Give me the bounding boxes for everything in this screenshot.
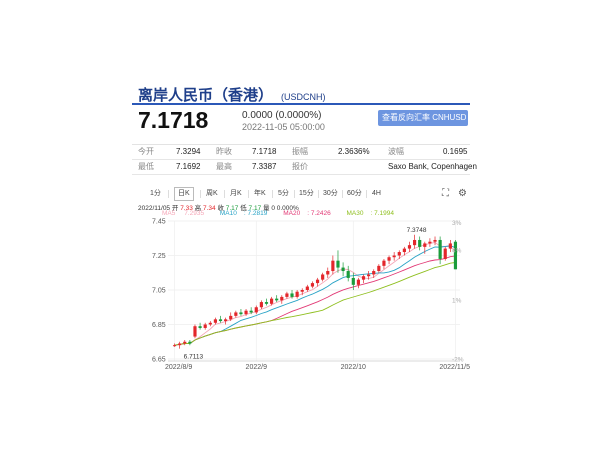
candle-body xyxy=(423,243,427,247)
candle-body xyxy=(346,271,350,278)
candle-body xyxy=(321,274,325,280)
y-tick-label: 7.45 xyxy=(152,219,166,226)
candle-body xyxy=(229,315,233,320)
ma10-line xyxy=(174,245,456,346)
candle-body xyxy=(259,302,263,308)
candle-body xyxy=(208,322,212,325)
candle-body xyxy=(413,239,417,246)
candlestick-chart: 7.45 7.25 7.05 6.85 6.65 3% 4% 1% -2% 2022/8/9 202… xyxy=(152,219,470,372)
pct-tick-label: 4% xyxy=(452,248,462,255)
candle-body xyxy=(418,239,422,247)
candle-body xyxy=(326,271,330,275)
candle-body xyxy=(193,326,197,337)
candle-body xyxy=(428,241,432,244)
candle-body xyxy=(188,341,192,344)
candle-body xyxy=(172,345,177,347)
x-tick-label: 2022/10 xyxy=(341,364,366,371)
candle-body xyxy=(392,255,396,258)
candle-body xyxy=(397,252,401,256)
y-tick-label: 7.25 xyxy=(152,253,166,260)
candle-body xyxy=(213,319,217,323)
candle-body xyxy=(244,310,248,315)
candle-body xyxy=(224,319,228,322)
candle-body xyxy=(356,279,360,285)
candle-body xyxy=(275,298,279,301)
candle-body xyxy=(382,260,386,266)
candle-body xyxy=(254,307,258,313)
candle-body xyxy=(295,291,299,297)
candle-body xyxy=(433,239,437,242)
candle-body xyxy=(183,341,187,344)
candle-body xyxy=(367,274,371,277)
y-tick-label: 6.65 xyxy=(152,357,166,364)
y-tick-label: 7.05 xyxy=(152,288,166,295)
candle-body xyxy=(341,267,345,272)
candle-body xyxy=(300,290,304,292)
pct-tick-label: 1% xyxy=(452,298,462,305)
pct-tick-label: 3% xyxy=(452,220,462,227)
x-tick-label: 2022/11/5 xyxy=(439,364,470,371)
max-annotation: 7.3748 xyxy=(407,227,427,234)
candle-body xyxy=(315,279,320,284)
min-annotation: 6.7113 xyxy=(184,354,204,361)
candle-body xyxy=(305,286,309,290)
candle-body xyxy=(218,319,223,322)
x-tick-label: 2022/9 xyxy=(246,364,268,371)
ma30-line xyxy=(174,262,456,346)
candle-body xyxy=(387,257,391,261)
candle-body xyxy=(331,260,335,272)
candle-body xyxy=(290,293,294,297)
candle-body xyxy=(264,302,269,304)
candle-body xyxy=(336,260,340,268)
candle-body xyxy=(377,265,381,272)
y-tick-label: 6.85 xyxy=(152,322,166,329)
candle-body xyxy=(443,248,447,259)
candle-body xyxy=(234,312,238,316)
candle-body xyxy=(239,312,243,315)
candle-body xyxy=(372,271,376,275)
ma20-line xyxy=(174,255,456,346)
candle-body xyxy=(402,248,406,253)
candle-body xyxy=(280,296,284,301)
quote-widget: 离岸人民币（香港） (USDCNH) 7.1718 0.0000 (0.0000… xyxy=(132,79,477,373)
candle-body xyxy=(407,245,412,249)
x-tick-label: 2022/8/9 xyxy=(165,364,192,371)
candle-body xyxy=(270,298,274,304)
candle-body xyxy=(453,241,458,270)
candle-body xyxy=(203,324,207,328)
candle-body xyxy=(285,293,289,297)
candle-body xyxy=(249,310,253,313)
candle-body xyxy=(178,343,182,346)
candle-body xyxy=(438,239,442,259)
candle-body xyxy=(310,283,315,287)
pct-tick-label: -2% xyxy=(452,356,464,363)
candle-body xyxy=(361,276,366,280)
candle-body xyxy=(351,277,355,285)
candle-body xyxy=(198,326,202,328)
